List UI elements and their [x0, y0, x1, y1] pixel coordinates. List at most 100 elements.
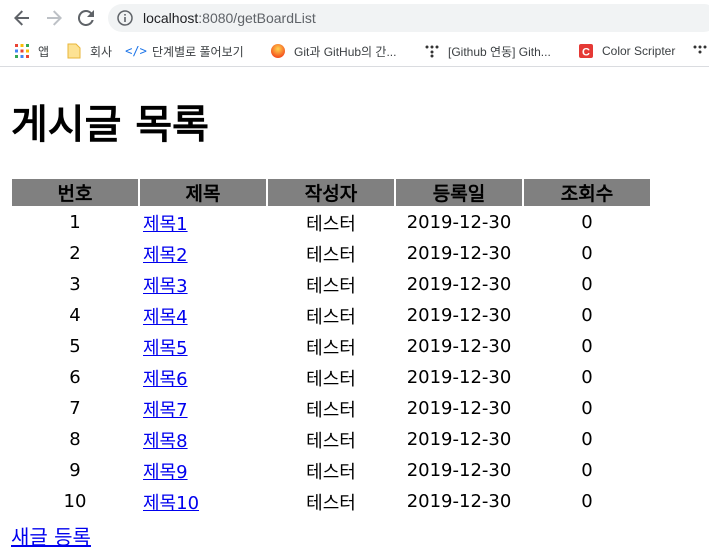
cell-no: 8: [69, 429, 81, 450]
cell-date: 2019-12-30: [406, 367, 512, 388]
cell-views: 0: [581, 212, 593, 233]
url-host: localhost: [143, 10, 199, 26]
cell-title: 제목9: [140, 456, 266, 485]
dots-icon: [692, 43, 708, 59]
bookmark-git-github[interactable]: Git과 GitHub의 간...: [270, 40, 396, 62]
cell-title: 제목3: [140, 270, 266, 299]
info-icon[interactable]: [117, 10, 133, 26]
back-button[interactable]: [10, 6, 34, 30]
forward-arrow-icon: [47, 10, 62, 26]
post-title-link[interactable]: 제목2: [143, 245, 188, 266]
bookmarks-bar: 앱 회사 </> 단계별로 풀어보기 Git과 GitHub의 간... [Gi…: [0, 36, 709, 67]
cell-no: 3: [69, 274, 81, 295]
cell-title: 제목8: [140, 425, 266, 454]
cell-title: 제목7: [140, 394, 266, 423]
table-row: 9 제목9 테스터 2019-12-30 0: [12, 456, 650, 485]
cell-views: 0: [581, 491, 593, 512]
cell-writer: 테스터: [306, 337, 356, 359]
code-icon: </>: [125, 44, 147, 58]
post-title-link[interactable]: 제목5: [143, 338, 188, 359]
forward-button[interactable]: [42, 6, 66, 30]
apps-grid-icon: [14, 43, 30, 59]
board-table: 번호 제목 작성자 등록일 조회수 1 제목1 테스터 2019-12-30 0…: [10, 177, 652, 518]
address-bar[interactable]: localhost:8080/getBoardList: [108, 4, 709, 32]
cell-no: 7: [69, 398, 81, 419]
bookmark-label: 회사: [90, 44, 113, 59]
cell-date: 2019-12-30: [406, 305, 512, 326]
table-row: 4 제목4 테스터 2019-12-30 0: [12, 301, 650, 330]
svg-text:C: C: [582, 47, 590, 59]
page-title: 게시글 목록: [11, 102, 209, 148]
bookmark-color-scripter[interactable]: C Color Scripter: [578, 40, 675, 62]
bookmark-apps[interactable]: 앱: [14, 40, 49, 62]
page-content: 게시글 목록 번호 제목 작성자 등록일 조회수 1 제목1 테스터 2019-…: [0, 67, 709, 557]
cell-no: 1: [69, 212, 81, 233]
post-title-link[interactable]: 제목9: [143, 462, 188, 483]
cell-no: 9: [69, 460, 81, 481]
reload-icon: [78, 10, 94, 26]
table-row: 10 제목10 테스터 2019-12-30 0: [12, 487, 650, 516]
header-writer: 작성자: [268, 179, 394, 206]
cell-views: 0: [581, 243, 593, 264]
cell-title: 제목5: [140, 332, 266, 361]
header-title: 제목: [140, 179, 266, 206]
url-text[interactable]: localhost:8080/getBoardList: [143, 10, 316, 26]
bookmark-step-by-step[interactable]: </> 단계별로 풀어보기: [125, 40, 244, 62]
folder-icon: [66, 43, 82, 59]
post-title-link[interactable]: 제목4: [143, 307, 188, 328]
cell-writer: 테스터: [306, 461, 356, 483]
cell-views: 0: [581, 274, 593, 295]
cell-writer: 테스터: [306, 244, 356, 266]
cell-title: 제목2: [140, 239, 266, 268]
reload-button[interactable]: [74, 6, 98, 30]
cell-date: 2019-12-30: [406, 274, 512, 295]
post-title-link[interactable]: 제목7: [143, 400, 188, 421]
table-row: 2 제목2 테스터 2019-12-30 0: [12, 239, 650, 268]
table-row: 7 제목7 테스터 2019-12-30 0: [12, 394, 650, 423]
cell-views: 0: [581, 367, 593, 388]
cell-no: 5: [69, 336, 81, 357]
bookmark-company-folder[interactable]: 회사: [66, 40, 112, 62]
cell-no: 10: [63, 491, 87, 512]
post-title-link[interactable]: 제목10: [143, 493, 199, 514]
header-no: 번호: [12, 179, 138, 206]
color-scripter-icon: C: [578, 43, 594, 59]
dots-icon: [424, 43, 440, 59]
cell-writer: 테스터: [306, 275, 356, 297]
cell-views: 0: [581, 305, 593, 326]
cell-writer: 테스터: [306, 430, 356, 452]
cell-views: 0: [581, 460, 593, 481]
cell-title: 제목4: [140, 301, 266, 330]
table-row: 8 제목8 테스터 2019-12-30 0: [12, 425, 650, 454]
cell-date: 2019-12-30: [406, 212, 512, 233]
post-title-link[interactable]: 제목6: [143, 369, 188, 390]
table-row: 3 제목3 테스터 2019-12-30 0: [12, 270, 650, 299]
cell-writer: 테스터: [306, 399, 356, 421]
bookmark-label: Color Scripter: [602, 44, 676, 58]
cell-views: 0: [581, 398, 593, 419]
table-row: 5 제목5 테스터 2019-12-30 0: [12, 332, 650, 361]
cell-writer: 테스터: [306, 368, 356, 390]
orange-circle-icon: [270, 43, 286, 59]
back-arrow-icon: [14, 10, 29, 26]
post-title-link[interactable]: 제목8: [143, 431, 188, 452]
table-row: 1 제목1 테스터 2019-12-30 0: [12, 208, 650, 237]
table-header-row: 번호 제목 작성자 등록일 조회수: [12, 179, 650, 206]
bookmark-label: [Github 연동] Gith...: [448, 44, 551, 59]
bookmark-label: 앱: [38, 44, 50, 59]
post-title-link[interactable]: 제목3: [143, 276, 188, 297]
new-post-link[interactable]: 새글 등록: [11, 521, 91, 550]
cell-date: 2019-12-30: [406, 460, 512, 481]
cell-writer: 테스터: [306, 492, 356, 514]
cell-no: 6: [69, 367, 81, 388]
cell-no: 4: [69, 305, 81, 326]
cell-date: 2019-12-30: [406, 491, 512, 512]
table-row: 6 제목6 테스터 2019-12-30 0: [12, 363, 650, 392]
cell-date: 2019-12-30: [406, 336, 512, 357]
bookmark-more[interactable]: [692, 40, 709, 62]
post-title-link[interactable]: 제목1: [143, 214, 188, 235]
cell-title: 제목10: [140, 487, 266, 516]
bookmark-github-sync[interactable]: [Github 연동] Gith...: [424, 40, 551, 62]
cell-views: 0: [581, 429, 593, 450]
browser-toolbar: localhost:8080/getBoardList: [0, 0, 709, 36]
